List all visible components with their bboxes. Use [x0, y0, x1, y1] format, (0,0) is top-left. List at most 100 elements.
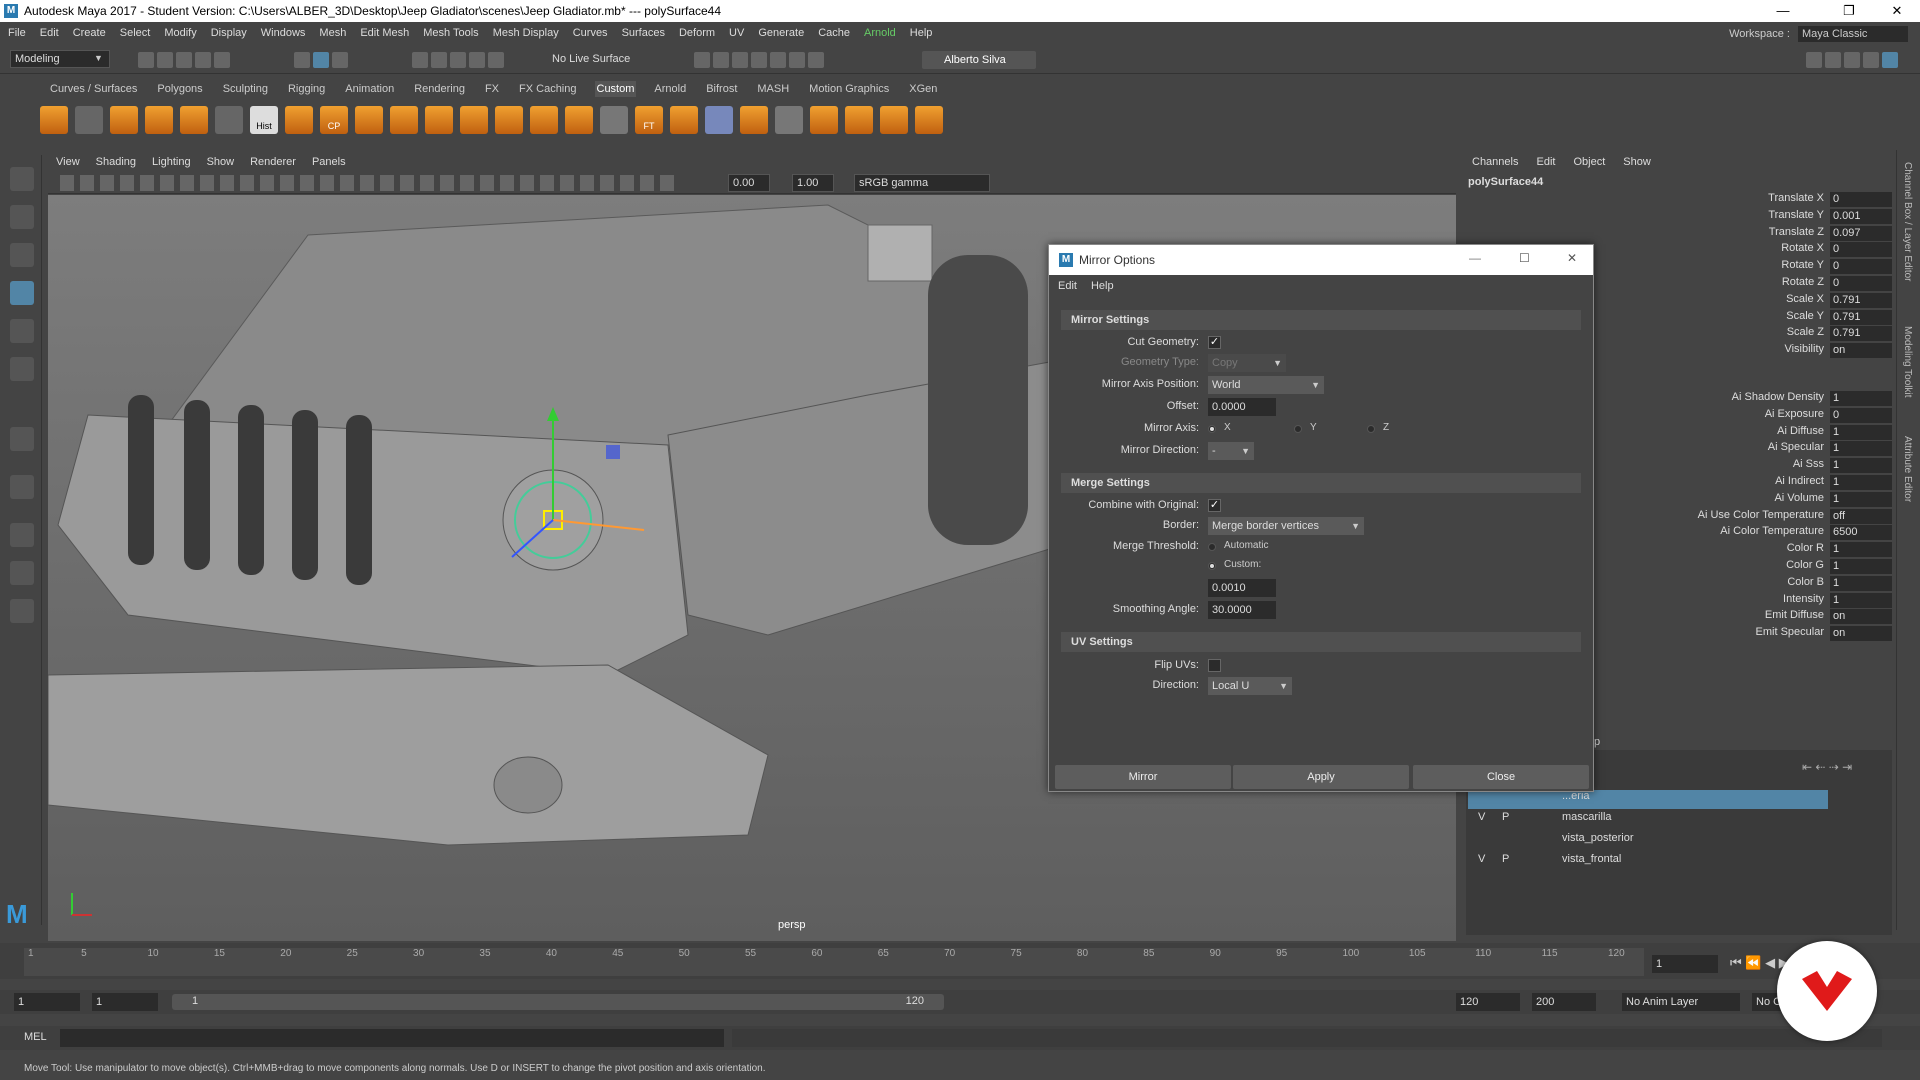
channel-attribute-value[interactable]: on	[1830, 626, 1892, 642]
range-slider[interactable]: 1 120	[172, 994, 944, 1010]
soft-select-icon[interactable]	[10, 427, 34, 451]
threshold-custom-radio[interactable]	[1208, 562, 1216, 570]
shelf-cylinder-icon[interactable]	[110, 106, 138, 134]
shelf-tab-xgen[interactable]: XGen	[907, 81, 939, 97]
snap-view-icon[interactable]	[469, 52, 486, 68]
channel-attribute-row[interactable]: Color G 1	[1644, 559, 1920, 576]
two-pane-icon[interactable]	[10, 561, 34, 585]
modeling-toolkit-icon[interactable]	[1825, 52, 1842, 68]
close-button[interactable]: Close	[1413, 765, 1589, 789]
mirror-button[interactable]: Mirror	[1055, 765, 1231, 789]
shelf-deform-icon[interactable]	[915, 106, 943, 134]
shelf-sphere-icon[interactable]	[530, 106, 558, 134]
shelf-diamond2-icon[interactable]	[670, 106, 698, 134]
shelf-cylinder3-icon[interactable]	[880, 106, 908, 134]
menu-arnold[interactable]: Arnold	[864, 27, 896, 39]
channel-attribute-row[interactable]: Rotate Z 0	[1644, 276, 1920, 293]
geometry-type-dropdown[interactable]: Copy ▼	[1208, 354, 1286, 372]
menu-surfaces[interactable]: Surfaces	[622, 27, 665, 39]
shelf-stack-icon[interactable]	[180, 106, 208, 134]
tool-settings-icon[interactable]	[1863, 52, 1880, 68]
channel-attribute-value[interactable]: on	[1830, 609, 1892, 625]
layer-row[interactable]: V Pmascarilla	[1468, 811, 1828, 830]
shelf-tab-rigging[interactable]: Rigging	[286, 81, 327, 97]
shelf-cylinder2-icon[interactable]	[565, 106, 593, 134]
channel-box-icon[interactable]	[1882, 52, 1899, 68]
command-input[interactable]	[60, 1029, 724, 1047]
channel-attribute-value[interactable]: 1	[1830, 458, 1892, 474]
shelf-cp-icon[interactable]: CP	[320, 106, 348, 134]
channel-attribute-row[interactable]: Scale Y 0.791	[1644, 309, 1920, 327]
merge-threshold-input[interactable]: 0.0010	[1208, 579, 1276, 597]
dialog-menu-edit[interactable]: Edit	[1058, 280, 1077, 292]
layer-row[interactable]: vista_posterior	[1468, 832, 1828, 851]
mirror-axis-position-dropdown[interactable]: World ▼	[1208, 376, 1324, 394]
select-component-icon[interactable]	[332, 52, 349, 68]
snap-grid-icon[interactable]	[412, 52, 428, 68]
channel-attribute-value[interactable]: on	[1830, 343, 1892, 359]
channel-attribute-value[interactable]: 0	[1830, 259, 1892, 275]
shelf-tab-polygons[interactable]: Polygons	[155, 81, 204, 97]
channel-attribute-value[interactable]: 1	[1830, 592, 1892, 608]
channel-attribute-value[interactable]: 1	[1830, 575, 1892, 591]
menu-curves[interactable]: Curves	[573, 27, 608, 39]
menu-select[interactable]: Select	[120, 27, 151, 39]
channel-attribute-row[interactable]: Color R 1	[1644, 542, 1920, 559]
channel-attribute-row[interactable]: Rotate X 0	[1644, 242, 1920, 259]
menu-edit-mesh[interactable]: Edit Mesh	[360, 27, 409, 39]
shelf-cube2-icon[interactable]	[495, 106, 523, 134]
playback-start-field[interactable]: 1	[92, 993, 158, 1011]
cut-geometry-checkbox[interactable]: ✓	[1208, 336, 1221, 349]
four-pane-icon[interactable]	[10, 523, 34, 547]
paint-select-icon[interactable]	[10, 243, 34, 267]
mirror-axis-z-radio[interactable]	[1367, 425, 1375, 433]
channel-attribute-row[interactable]: Translate Z 0.097	[1644, 225, 1920, 243]
viewport-menu-panels[interactable]: Panels	[312, 156, 346, 168]
channel-attribute-value[interactable]: 0.097	[1830, 225, 1892, 241]
gamma-field[interactable]: 1.00	[792, 174, 834, 192]
shelf-separate-icon[interactable]	[810, 106, 838, 134]
viewport-menu-view[interactable]: View	[56, 156, 80, 168]
channel-attribute-value[interactable]: 1	[1830, 391, 1892, 406]
shelf-tab-bifrost[interactable]: Bifrost	[704, 81, 739, 97]
live-surface-label[interactable]: No Live Surface	[552, 53, 630, 65]
channel-attribute-value[interactable]: 1	[1830, 491, 1892, 507]
shelf-cube-icon[interactable]	[460, 106, 488, 134]
restore-button[interactable]: ❐	[1826, 0, 1872, 22]
channel-attribute-value[interactable]: off	[1830, 508, 1892, 524]
channel-attribute-row[interactable]: Ai Exposure 0	[1644, 407, 1920, 425]
menu-mesh[interactable]: Mesh	[319, 27, 346, 39]
timeline-ruler[interactable]: 1 5 10 15 20 25 30 35 40 45 50 55 60 65 70 75 80 85 90 95 10…	[24, 948, 1644, 976]
menu-mesh-tools[interactable]: Mesh Tools	[423, 27, 478, 39]
snap-surface-icon[interactable]	[488, 52, 505, 68]
shelf-combine-icon[interactable]	[740, 106, 768, 134]
side-tab-channel-box[interactable]: Channel Box / Layer Editor	[1902, 162, 1913, 282]
shelf-tab-fx[interactable]: FX	[483, 81, 501, 97]
undo-icon[interactable]	[195, 52, 212, 68]
mirror-axis-x-radio[interactable]	[1208, 425, 1216, 433]
channel-menu-show[interactable]: Show	[1623, 156, 1651, 168]
flip-uvs-checkbox[interactable]	[1208, 659, 1221, 672]
anim-layer-dropdown[interactable]: No Anim Layer	[1622, 993, 1740, 1011]
shelf-bridge-icon[interactable]	[425, 106, 453, 134]
viewport-menu-show[interactable]: Show	[207, 156, 235, 168]
channel-attribute-row[interactable]: Rotate Y 0	[1644, 259, 1920, 276]
channel-attribute-row[interactable]: Scale X 0.791	[1644, 292, 1920, 310]
exposure-field[interactable]: 0.00	[728, 174, 770, 192]
menu-windows[interactable]: Windows	[261, 27, 306, 39]
channel-attribute-value[interactable]: 0	[1830, 242, 1892, 258]
channel-attribute-value[interactable]: 0.791	[1830, 326, 1892, 342]
channel-attribute-value[interactable]: 1	[1830, 475, 1892, 490]
viewport-menu-renderer[interactable]: Renderer	[250, 156, 296, 168]
shelf-tab-fx-caching[interactable]: FX Caching	[517, 81, 578, 97]
move-tool-icon[interactable]	[10, 281, 34, 305]
shelf-sphere2-icon[interactable]	[845, 106, 873, 134]
channel-attribute-row[interactable]: Ai Color Temperature 6500	[1644, 525, 1920, 542]
channel-attribute-value[interactable]: 1	[1830, 542, 1892, 558]
menu-mesh-display[interactable]: Mesh Display	[493, 27, 559, 39]
hypershade-icon[interactable]	[770, 52, 787, 68]
channel-attribute-row[interactable]: Intensity 1	[1644, 592, 1920, 610]
menu-create[interactable]: Create	[73, 27, 106, 39]
layer-row[interactable]: V Pvista_frontal	[1468, 853, 1828, 872]
menu-edit[interactable]: Edit	[40, 27, 59, 39]
